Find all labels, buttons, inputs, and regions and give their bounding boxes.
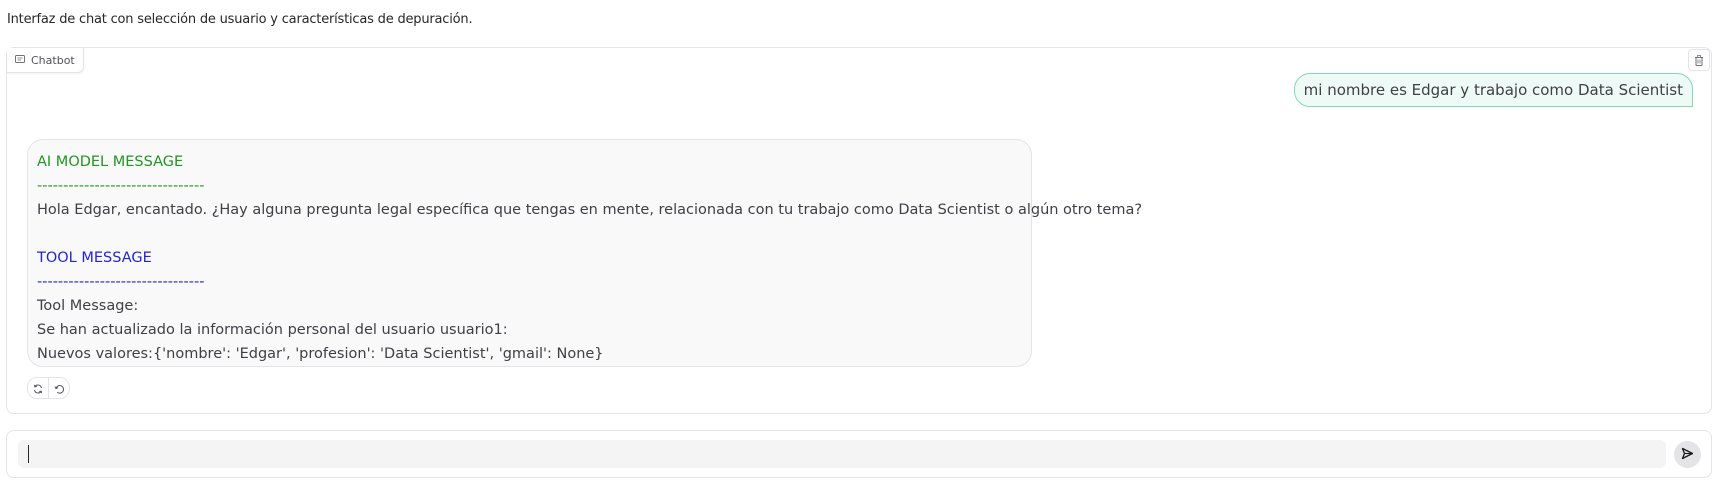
message-input-panel — [6, 430, 1712, 478]
ai-message-title: AI MODEL MESSAGE — [37, 154, 184, 170]
user-message-bubble: mi nombre es Edgar y trabajo como Data S… — [1293, 73, 1693, 107]
retry-icon — [33, 379, 43, 398]
ai-message-divider: -------------------------------- — [37, 178, 205, 194]
app-page: Interfaz de chat con selección de usuari… — [0, 0, 1723, 480]
chatbot-label: Chatbot — [7, 48, 84, 73]
send-icon — [1681, 445, 1694, 464]
text-caret — [28, 445, 29, 463]
clear-chat-button[interactable] — [1688, 49, 1710, 71]
user-message-text: mi nombre es Edgar y trabajo como Data S… — [1303, 81, 1683, 99]
undo-button[interactable] — [49, 378, 69, 398]
message-actions — [27, 377, 70, 399]
tool-message-divider: -------------------------------- — [37, 274, 205, 290]
message-input[interactable] — [18, 440, 1666, 468]
page-description: Interfaz de chat con selección de usuari… — [7, 12, 473, 27]
chatbot-panel: Chatbot mi nombre es Edgar y trabajo com… — [6, 47, 1712, 414]
tool-message-line-3: Nuevos valores:{'nombre': 'Edgar', 'prof… — [37, 346, 604, 362]
retry-button[interactable] — [28, 378, 48, 398]
tool-message-line-1: Tool Message: — [37, 298, 139, 314]
chat-icon — [15, 55, 25, 65]
tool-message-line-2: Se han actualizado la información person… — [37, 322, 508, 338]
bot-message-bubble: AI MODEL MESSAGE -----------------------… — [27, 139, 1143, 367]
ai-message-text: Hola Edgar, encantado. ¿Hay alguna pregu… — [37, 202, 1143, 218]
tool-message-title: TOOL MESSAGE — [37, 250, 152, 266]
undo-icon — [54, 379, 64, 398]
send-button[interactable] — [1674, 441, 1701, 468]
trash-icon — [1694, 51, 1704, 70]
chatbot-label-text: Chatbot — [31, 53, 75, 67]
